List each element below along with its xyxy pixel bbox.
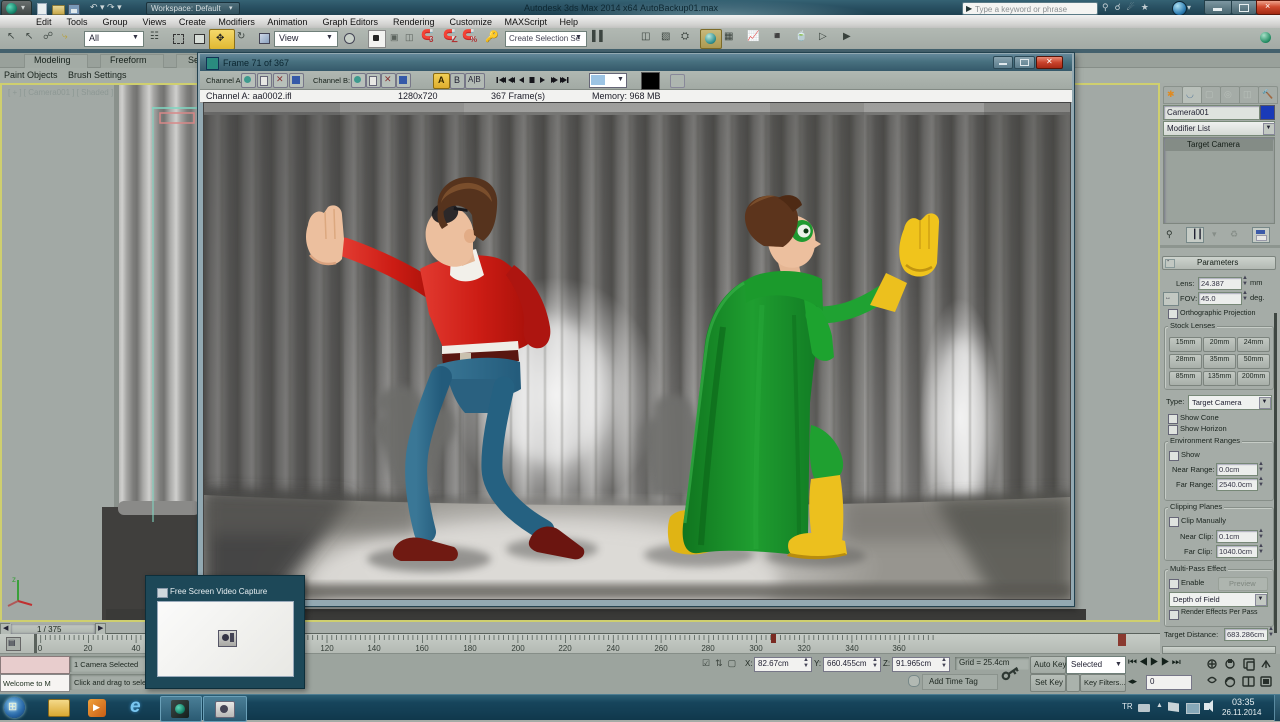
svg-text:160: 160 [415,644,429,653]
svg-text:300: 300 [749,644,763,653]
svg-text:180: 180 [463,644,477,653]
svg-text:360: 360 [892,644,906,653]
svg-text:z: z [12,575,16,584]
svg-text:240: 240 [606,644,620,653]
svg-text:120: 120 [320,644,334,653]
svg-text:280: 280 [701,644,715,653]
svg-text:340: 340 [845,644,859,653]
svg-text:140: 140 [367,644,381,653]
svg-text:200: 200 [511,644,525,653]
svg-text:220: 220 [558,644,572,653]
svg-text:260: 260 [654,644,668,653]
svg-text:0: 0 [38,644,43,653]
svg-text:320: 320 [797,644,811,653]
svg-text:20: 20 [84,644,93,653]
svg-text:40: 40 [132,644,141,653]
